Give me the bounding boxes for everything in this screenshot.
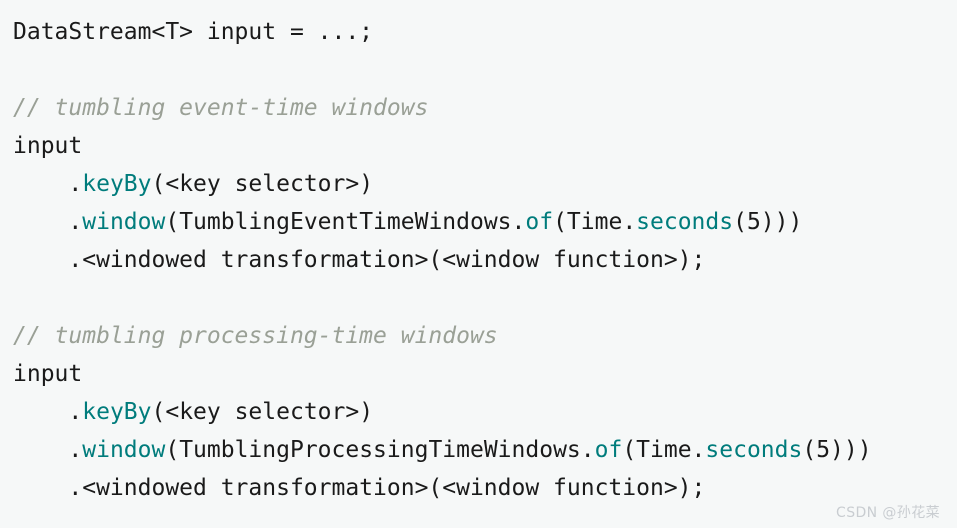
code-token-method: window	[82, 209, 166, 235]
code-token-method: keyBy	[82, 171, 152, 197]
code-line: // tumbling processing-time windows	[13, 317, 957, 355]
code-token-method: seconds	[705, 437, 803, 463]
code-token-plain: .	[13, 209, 83, 235]
code-token-plain: (Time.	[553, 209, 637, 235]
code-line: .keyBy(<key selector>)	[13, 165, 957, 203]
code-line: input	[13, 127, 957, 165]
code-token-plain: (<key selector>)	[151, 171, 374, 197]
code-token-method: window	[82, 437, 166, 463]
code-token-plain: (5)))	[733, 209, 803, 235]
code-token-method: keyBy	[82, 399, 152, 425]
code-token-method: of	[594, 437, 623, 463]
code-line: .<windowed transformation>(<window funct…	[13, 469, 957, 507]
code-token-method: seconds	[636, 209, 734, 235]
csdn-watermark: CSDN @孙花菜	[836, 505, 940, 521]
code-token-plain: (5)))	[802, 437, 872, 463]
code-token-method: of	[525, 209, 554, 235]
code-line: .window(TumblingProcessingTimeWindows.of…	[13, 431, 957, 469]
code-block: DataStream<T> input = ...; // tumbling e…	[0, 0, 957, 528]
code-token-plain: input	[13, 133, 83, 159]
code-token-plain: .	[13, 399, 83, 425]
code-token-comment: // tumbling event-time windows	[13, 95, 429, 121]
code-token-plain: (Time.	[622, 437, 706, 463]
code-line: // tumbling event-time windows	[13, 89, 957, 127]
code-token-plain: .	[13, 171, 83, 197]
code-line: .<windowed transformation>(<window funct…	[13, 241, 957, 279]
code-line: input	[13, 355, 957, 393]
code-lines-container: DataStream<T> input = ...; // tumbling e…	[13, 13, 957, 507]
code-token-plain: DataStream<T> input = ...;	[13, 19, 374, 45]
code-line: .window(TumblingEventTimeWindows.of(Time…	[13, 203, 957, 241]
code-line: .keyBy(<key selector>)	[13, 393, 957, 431]
code-token-plain: (TumblingEventTimeWindows.	[165, 209, 526, 235]
code-token-plain: (<key selector>)	[151, 399, 374, 425]
code-token-plain: (TumblingProcessingTimeWindows.	[165, 437, 595, 463]
code-token-plain: .<windowed transformation>(<window funct…	[13, 247, 706, 273]
code-token-comment: // tumbling processing-time windows	[13, 323, 498, 349]
code-token-plain: .<windowed transformation>(<window funct…	[13, 475, 706, 501]
code-token-plain: .	[13, 437, 83, 463]
code-line: DataStream<T> input = ...;	[13, 13, 957, 51]
code-token-plain: input	[13, 361, 83, 387]
